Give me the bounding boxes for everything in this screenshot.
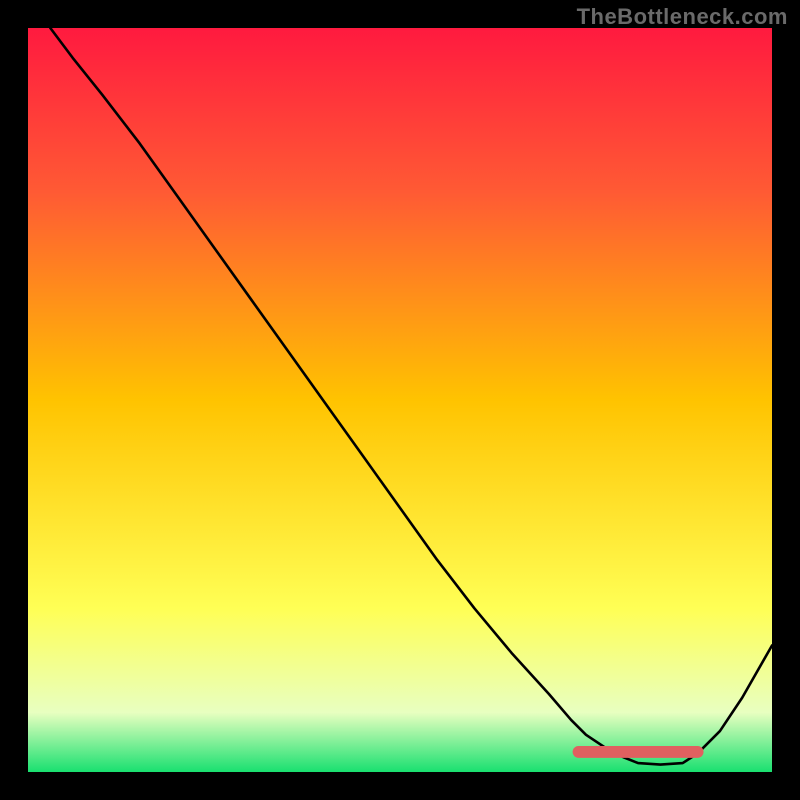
bottleneck-chart <box>28 28 772 772</box>
watermark-text: TheBottleneck.com <box>577 4 788 30</box>
chart-container: TheBottleneck.com <box>0 0 800 800</box>
gradient-background <box>28 28 772 772</box>
